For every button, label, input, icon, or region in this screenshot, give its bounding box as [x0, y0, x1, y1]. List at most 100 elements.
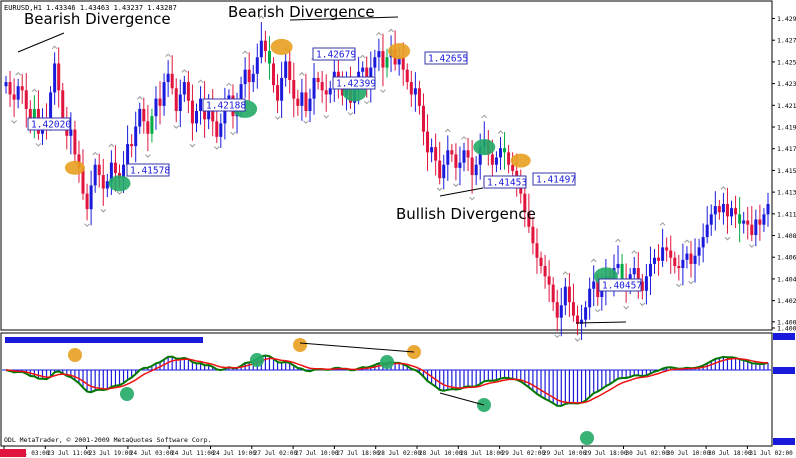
candle-body — [677, 266, 681, 269]
candle-body — [57, 63, 61, 91]
time-tick-label: 23 Jul 19:00 — [89, 450, 133, 457]
bearish-divergence-label-2: Bearish Divergence — [228, 3, 375, 21]
candle-body — [434, 147, 438, 161]
time-tick-label: 29 Jul 02:00 — [502, 450, 546, 457]
candle-body — [438, 160, 442, 179]
candle-body — [466, 150, 470, 158]
candle-body — [644, 276, 648, 291]
current-time-tag — [0, 449, 26, 457]
candle-body — [255, 57, 259, 74]
candle-body — [490, 154, 494, 165]
candle-body — [474, 164, 478, 176]
candle-body — [616, 263, 620, 269]
candle-body — [661, 247, 665, 261]
candle-body — [494, 157, 498, 165]
candle-body — [717, 206, 721, 213]
candle-body — [673, 257, 677, 266]
candle-body — [725, 204, 729, 217]
candle-body — [53, 63, 57, 93]
candle-body — [563, 286, 567, 306]
candle-body — [470, 157, 474, 176]
price-tick-label: 1.41105 — [777, 210, 796, 218]
candle-body — [215, 121, 219, 137]
candle-body — [182, 82, 186, 95]
candle-body — [320, 82, 324, 91]
candle-body — [385, 57, 389, 68]
candle-body — [417, 88, 421, 106]
candle-body — [154, 98, 158, 117]
candle-body — [426, 131, 430, 153]
candle-body — [97, 164, 101, 176]
candle-body — [296, 98, 300, 106]
candle-body — [247, 69, 251, 83]
time-tick-label: 30 Jul 02:00 — [626, 450, 670, 457]
candle-body — [632, 268, 636, 275]
time-tick-label: 31 Jul 02:00 — [749, 450, 793, 457]
candle-body — [101, 175, 105, 189]
candle-body — [105, 181, 109, 189]
candle-body — [409, 82, 413, 95]
price-tick-label: 1.42155 — [777, 102, 796, 110]
price-tick-label: 1.41735 — [777, 145, 796, 153]
candle-body — [61, 90, 65, 120]
time-tick-label: 30 Jul 10:00 — [667, 450, 711, 457]
candle-body — [361, 67, 365, 72]
candle-body — [730, 208, 734, 217]
candle-body — [304, 92, 308, 111]
candle-body — [288, 61, 292, 80]
candle-body — [16, 86, 20, 100]
price-tick-label: 1.40000 — [777, 325, 796, 333]
candle-body — [567, 286, 571, 303]
candle-body — [178, 94, 182, 111]
time-tick-label: 27 Jul 18:00 — [336, 450, 380, 457]
time-tick-label: 28 Jul 10:00 — [419, 450, 463, 457]
signal-circle — [388, 43, 411, 60]
candle-body — [113, 162, 117, 173]
candle-body — [511, 164, 515, 171]
price-tick-label: 1.42785 — [777, 37, 796, 45]
price-tick-label: 1.40475 — [777, 275, 796, 283]
candle-body — [150, 116, 154, 134]
candle-body — [73, 129, 77, 155]
candle-body — [401, 57, 405, 70]
candle-body — [421, 105, 425, 132]
candle-body — [701, 237, 705, 248]
candle-body — [620, 263, 624, 279]
candle-body — [276, 85, 280, 101]
candle-body — [219, 123, 223, 137]
price-tick-label: 1.40265 — [777, 297, 796, 305]
candle-body — [746, 220, 750, 225]
candle-body — [498, 148, 502, 158]
candle-body — [308, 98, 312, 111]
candle-body — [551, 284, 555, 303]
candle-body — [709, 214, 713, 225]
candle-body — [547, 276, 551, 285]
candle-body — [697, 247, 701, 256]
price-label-text: 1.42188 — [206, 101, 246, 112]
signal-circle — [64, 160, 85, 175]
candle-body — [142, 108, 146, 122]
price-label-text: 1.41578 — [130, 166, 170, 177]
candle-body — [555, 302, 559, 318]
price-chart[interactable]: 1.42995 1.42785 1.42575 1.42365 1.42155 1.419… — [0, 0, 796, 458]
candle-body — [267, 51, 271, 64]
price-label-text: 1.42679 — [316, 50, 356, 61]
osc-signal-circle — [68, 348, 82, 362]
bearish-divergence-label-1: Bearish Divergence — [24, 10, 171, 28]
candle-body — [689, 253, 693, 264]
osc-axis-bottom-tag — [773, 438, 795, 445]
candle-body — [12, 94, 16, 100]
indicator-title-bar — [5, 337, 203, 343]
candle-body — [750, 224, 754, 235]
candle-body — [8, 82, 12, 95]
candle-body — [413, 88, 417, 95]
candle-body — [199, 98, 203, 111]
price-tick-label: 1.40895 — [777, 232, 796, 240]
candle-body — [535, 243, 539, 258]
candle-body — [742, 220, 746, 224]
price-tick-label: 1.42995 — [777, 15, 796, 23]
copyright-text: ODL MetaTrader, © 2001-2009 MetaQuotes S… — [4, 436, 211, 444]
candle-body — [328, 88, 332, 95]
candle-body — [162, 82, 166, 106]
candle-body — [272, 63, 276, 86]
